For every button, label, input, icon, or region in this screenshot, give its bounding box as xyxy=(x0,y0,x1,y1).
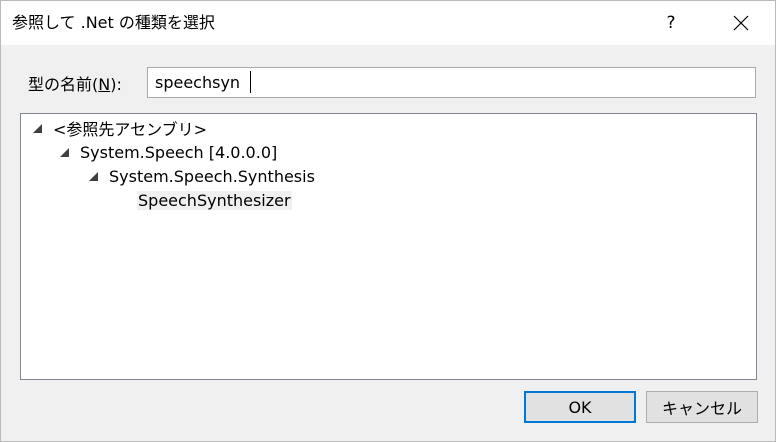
type-name-input[interactable] xyxy=(147,67,756,98)
type-tree[interactable]: <参照先アセンブリ> System.Speech [4.0.0.0] Syste… xyxy=(20,113,757,380)
expanded-arrow-icon[interactable] xyxy=(33,123,42,133)
help-icon: ? xyxy=(666,13,676,33)
help-button[interactable]: ? xyxy=(648,1,694,45)
tree-node-label: SpeechSynthesizer xyxy=(137,190,292,210)
close-button[interactable] xyxy=(718,1,764,45)
type-name-label-prefix: 型の名前( xyxy=(28,75,99,94)
tree-node-label: <参照先アセンブリ> xyxy=(53,120,208,139)
tree-node-assemblies[interactable]: <参照先アセンブリ> xyxy=(33,116,207,140)
text-caret xyxy=(250,71,251,93)
dialog-title: 参照して .Net の種類を選択 xyxy=(12,13,215,32)
type-name-access-key: N xyxy=(98,75,111,94)
ok-button[interactable]: OK xyxy=(524,391,636,423)
expanded-arrow-icon[interactable] xyxy=(89,171,98,181)
type-name-label: 型の名前(N): xyxy=(28,74,122,96)
cancel-button[interactable]: キャンセル xyxy=(646,391,758,423)
type-name-label-suffix: ): xyxy=(110,75,122,94)
expanded-arrow-icon[interactable] xyxy=(60,147,69,157)
close-icon xyxy=(733,15,749,31)
tree-node-system-speech[interactable]: System.Speech [4.0.0.0] xyxy=(60,140,277,164)
title-bar: 参照して .Net の種類を選択 ? xyxy=(1,1,775,45)
tree-node-synthesis-namespace[interactable]: System.Speech.Synthesis xyxy=(89,164,315,188)
tree-node-label: System.Speech [4.0.0.0] xyxy=(80,142,278,162)
select-net-type-dialog: 参照して .Net の種類を選択 ? 型の名前(N): <参照先アセンブリ> S… xyxy=(0,0,776,442)
tree-node-label: System.Speech.Synthesis xyxy=(109,166,315,186)
tree-node-speech-synthesizer[interactable]: SpeechSynthesizer xyxy=(137,188,292,212)
